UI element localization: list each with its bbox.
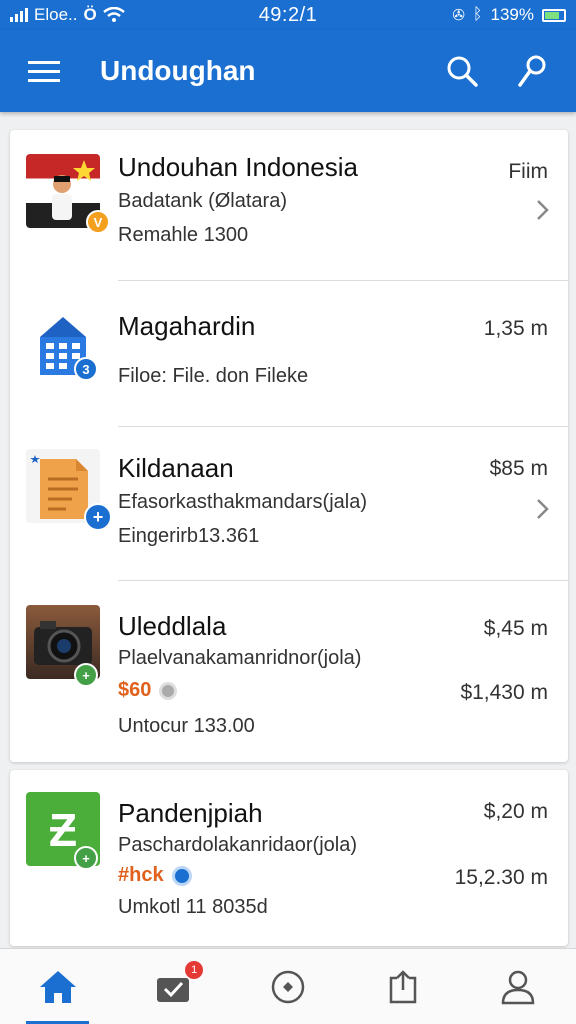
search-icon [447, 56, 478, 87]
wifi-icon [102, 7, 125, 22]
search-button[interactable] [440, 49, 484, 93]
nav-home[interactable] [0, 949, 115, 1024]
menu-icon[interactable] [22, 49, 66, 93]
list-item[interactable]: V Undouhan Indonesia Badatank (Ølatara) … [10, 130, 568, 280]
downloads-card: V Undouhan Indonesia Badatank (Ølatara) … [10, 130, 568, 762]
item-right-value: $,45 m [483, 617, 548, 640]
count-badge: 3 [74, 357, 98, 381]
person-icon [502, 970, 535, 1004]
bottom-nav: 1 [0, 948, 576, 1024]
share-upload-icon [389, 969, 417, 1003]
battery-percent: 139% [490, 5, 534, 24]
item-price: #hck [118, 864, 192, 887]
chevron-right-icon[interactable] [532, 497, 552, 521]
item-right-value: Fiim [508, 160, 548, 183]
item-name: Undouhan Indonesia [118, 152, 358, 182]
list-item[interactable]: + Uleddlala Plaelvanakamanridnor(jola) $… [10, 581, 568, 762]
locate-button[interactable] [510, 49, 554, 93]
key-search-icon [518, 55, 546, 87]
list-item[interactable]: 3 Magahardin Filoe: File. don Fileke 1,3… [10, 281, 568, 426]
signal-icon [10, 8, 28, 22]
item-right-value: 1,35 m [483, 317, 548, 340]
item-subtitle: Badatank (Ølatara) [118, 190, 287, 212]
status-bar: Eloe.. Ö 49:2/1 ✇ ᛒ 139% [0, 0, 576, 30]
app-bar: Undoughan [0, 30, 576, 112]
add-badge[interactable]: + [74, 663, 98, 687]
item-right-value: $,20 m [483, 800, 548, 823]
item-subtitle: Filoe: File. don Fileke [118, 365, 309, 387]
status-badge: V [86, 210, 110, 234]
item-name: Magahardin [118, 311, 256, 341]
item-name: Pandenjpiah [118, 798, 263, 828]
sync-icon: Ö [83, 5, 97, 24]
item-meta: Untocur 133.00 [118, 715, 255, 737]
status-time: 49:2/1 [258, 3, 318, 26]
price-label: $60 [118, 679, 152, 701]
home-icon [39, 970, 76, 1003]
notification-badge: 1 [185, 961, 204, 979]
list-item[interactable]: Ƶ + Pandenjpiah Paschardolakanridaor(jol… [10, 770, 568, 946]
item-right-value: $85 m [489, 457, 548, 480]
item-meta: Eingerirb13.361 [118, 525, 260, 547]
item-name: Kildanaan [118, 453, 234, 483]
app-title: Undoughan [100, 55, 256, 86]
item-right-value-secondary: $1,430 m [460, 681, 548, 704]
verified-icon [171, 865, 192, 886]
nav-explore[interactable] [230, 949, 345, 1024]
coin-icon [159, 681, 178, 700]
item-right-value-secondary: 15,2.30 m [454, 866, 548, 889]
carrier-label: Eloe.. [34, 5, 78, 24]
item-subtitle: Efasorkasthakmandars(jala) [118, 491, 367, 513]
item-meta: Remahle 1300 [118, 224, 249, 246]
chevron-right-icon[interactable] [532, 198, 552, 222]
compass-icon [271, 970, 305, 1003]
add-badge[interactable]: + [74, 846, 98, 870]
nav-inbox[interactable]: 1 [115, 949, 230, 1024]
item-price: $60 [118, 679, 178, 702]
item-subtitle: Paschardolakanridaor(jola) [118, 834, 358, 856]
bluetooth-icon: ᛒ [472, 6, 483, 23]
add-badge[interactable]: + [84, 503, 112, 531]
item-meta: Umkotl 11 8035d [118, 896, 268, 918]
list-item[interactable]: + Kildanaan Efasorkasthakmandars(jala) E… [10, 427, 568, 580]
item-subtitle: Plaelvanakamanridnor(jola) [118, 647, 362, 669]
nav-profile[interactable] [461, 949, 576, 1024]
battery-icon [542, 8, 566, 22]
nav-share[interactable] [346, 949, 461, 1024]
price-label: #hck [118, 864, 164, 886]
svg-text:Ƶ: Ƶ [49, 804, 77, 856]
downloads-card-2: Ƶ + Pandenjpiah Paschardolakanridaor(jol… [10, 770, 568, 946]
item-name: Uleddlala [118, 611, 227, 641]
vibrate-icon: ✇ [452, 7, 465, 24]
